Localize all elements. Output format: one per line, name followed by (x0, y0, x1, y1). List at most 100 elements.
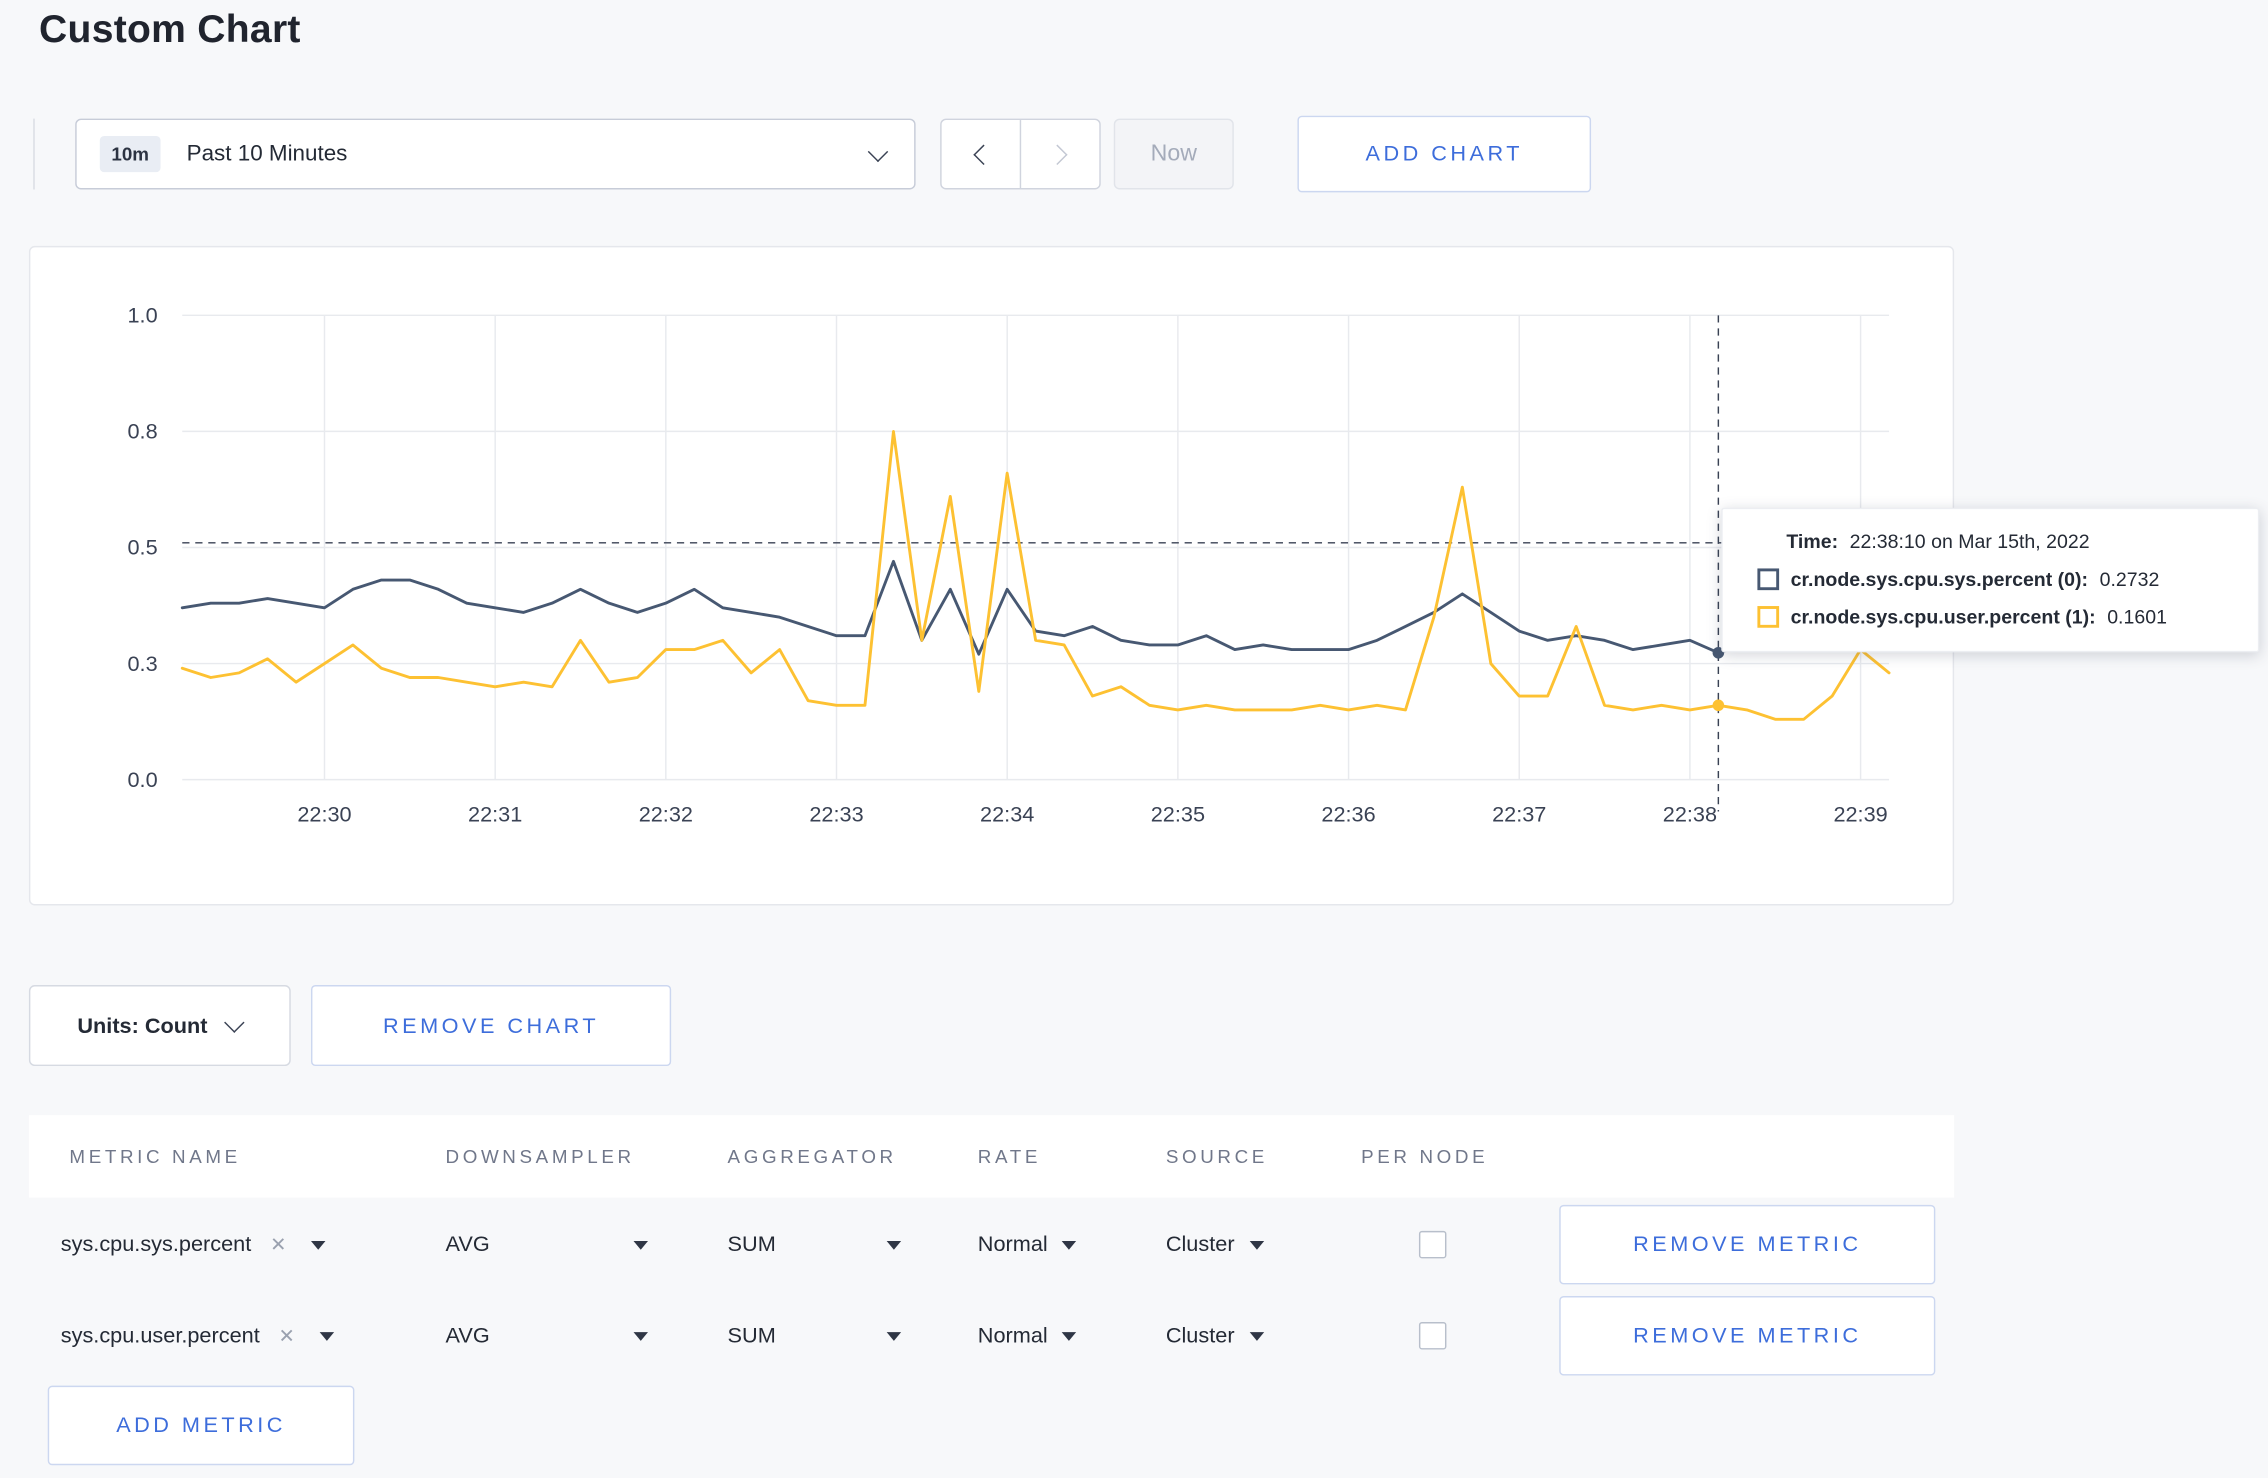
svg-text:0.3: 0.3 (128, 651, 158, 676)
svg-text:22:37: 22:37 (1492, 802, 1546, 827)
time-range-select[interactable]: 10m Past 10 Minutes (75, 118, 916, 190)
close-icon[interactable]: ✕ (279, 1324, 295, 1347)
header-aggregator: AGGREGATOR (727, 1145, 897, 1168)
rate-select[interactable]: Normal (978, 1205, 1077, 1285)
tooltip-series-row: cr.node.sys.cpu.sys.percent (0): 0.2732 (1757, 568, 2234, 591)
time-nav-group (940, 118, 1101, 190)
rate-select[interactable]: Normal (978, 1296, 1077, 1376)
caret-down-icon (886, 1240, 902, 1249)
remove-metric-button[interactable]: REMOVE METRIC (1559, 1204, 1936, 1285)
tooltip-time: Time: 22:38:10 on Mar 15th, 2022 (1786, 531, 2234, 553)
metric-name-select[interactable]: sys.cpu.user.percent ✕ (61, 1296, 334, 1376)
remove-chart-button[interactable]: REMOVE CHART (310, 985, 672, 1067)
rate-value: Normal (977, 1323, 1048, 1349)
aggregator-select[interactable]: SUM (728, 1205, 902, 1285)
caret-down-icon (633, 1240, 649, 1249)
sys-series-swatch-icon (1757, 568, 1780, 591)
chart-tooltip: Time: 22:38:10 on Mar 15th, 2022 cr.node.… (1721, 507, 2260, 653)
next-time-button[interactable] (1019, 120, 1100, 189)
now-button[interactable]: Now (1113, 118, 1234, 190)
metric-row: sys.cpu.sys.percent ✕ AVG SUM Normal Clu… (29, 1204, 1954, 1285)
caret-down-icon (886, 1331, 902, 1341)
metric-name-select[interactable]: sys.cpu.sys.percent ✕ (61, 1205, 326, 1285)
tooltip-series-value: 0.2732 (2099, 568, 2160, 591)
downsampler-value: AVG (445, 1323, 490, 1349)
chevron-down-icon (224, 1012, 246, 1033)
source-select[interactable]: Cluster (1166, 1205, 1264, 1285)
svg-text:22:36: 22:36 (1321, 802, 1375, 827)
caret-down-icon (1249, 1331, 1264, 1341)
units-select[interactable]: Units: Count (28, 985, 291, 1067)
tooltip-series-name: cr.node.sys.cpu.user.percent (1): (1790, 606, 2096, 628)
close-icon[interactable]: ✕ (270, 1233, 286, 1256)
time-range-label: Past 10 Minutes (186, 141, 348, 166)
caret-down-icon (633, 1331, 649, 1341)
remove-metric-label: REMOVE METRIC (1633, 1232, 1862, 1257)
time-range-badge: 10m (99, 135, 161, 173)
add-metric-label: ADD METRIC (116, 1413, 286, 1438)
header-source: SOURCE (1165, 1145, 1268, 1168)
downsampler-select[interactable]: AVG (446, 1296, 649, 1376)
user-series-swatch-icon (1757, 606, 1780, 628)
svg-text:22:35: 22:35 (1151, 802, 1205, 827)
units-label: Units: Count (77, 1013, 208, 1038)
svg-text:0.0: 0.0 (128, 767, 158, 792)
prev-time-button[interactable] (942, 120, 1020, 188)
svg-text:22:38: 22:38 (1663, 802, 1717, 827)
now-button-label: Now (1150, 141, 1197, 166)
caret-down-icon (1249, 1240, 1264, 1249)
svg-text:22:33: 22:33 (809, 802, 863, 827)
per-node-checkbox[interactable] (1418, 1230, 1447, 1259)
tooltip-series-name: cr.node.sys.cpu.sys.percent (0): (1790, 568, 2089, 591)
tooltip-time-value: 22:38:10 on Mar 15th, 2022 (1849, 530, 2090, 553)
source-value: Cluster (1165, 1323, 1235, 1349)
source-value: Cluster (1165, 1232, 1235, 1257)
header-metric-name: METRIC NAME (69, 1145, 241, 1168)
add-chart-button[interactable]: ADD CHART (1297, 115, 1592, 193)
custom-chart-page: Custom Chart 10m Past 10 Minutes Now ADD… (0, 0, 2268, 1478)
aggregator-select[interactable]: SUM (728, 1296, 902, 1376)
caret-down-icon (1062, 1240, 1077, 1249)
chevron-right-icon (1047, 143, 1068, 165)
caret-down-icon (319, 1331, 334, 1341)
metrics-table-header: METRIC NAME DOWNSAMPLER AGGREGATOR RATE … (28, 1115, 1955, 1198)
svg-text:0.8: 0.8 (128, 419, 158, 444)
header-downsampler: DOWNSAMPLER (445, 1145, 635, 1168)
metric-name-value: sys.cpu.user.percent (60, 1323, 260, 1349)
tooltip-series-row: cr.node.sys.cpu.user.percent (1): 0.1601 (1757, 606, 2234, 628)
downsampler-select[interactable]: AVG (446, 1205, 649, 1285)
toolbar-divider (33, 118, 35, 190)
caret-down-icon (311, 1240, 326, 1249)
svg-text:1.0: 1.0 (128, 303, 158, 328)
tooltip-time-label: Time: (1786, 530, 1839, 553)
chevron-down-icon (867, 140, 889, 162)
svg-text:0.5: 0.5 (128, 535, 158, 560)
aggregator-value: SUM (727, 1232, 776, 1257)
remove-metric-button[interactable]: REMOVE METRIC (1559, 1296, 1936, 1376)
rate-value: Normal (977, 1232, 1048, 1257)
per-node-cell (1418, 1296, 1447, 1376)
add-metric-button[interactable]: ADD METRIC (47, 1385, 355, 1466)
svg-text:22:30: 22:30 (297, 802, 351, 827)
add-chart-label: ADD CHART (1365, 141, 1523, 167)
per-node-checkbox[interactable] (1418, 1322, 1447, 1350)
svg-text:22:31: 22:31 (468, 802, 522, 827)
source-select[interactable]: Cluster (1166, 1296, 1264, 1376)
metric-row: sys.cpu.user.percent ✕ AVG SUM Normal Cl… (29, 1296, 1954, 1376)
caret-down-icon (1062, 1331, 1077, 1341)
chart-panel: 0.0 0.3 0.5 0.8 1.0 22:30 22:31 22:32 22:33 22:34… (28, 245, 1955, 906)
svg-text:22:39: 22:39 (1833, 802, 1887, 827)
header-rate: RATE (977, 1145, 1042, 1168)
svg-text:22:32: 22:32 (639, 802, 693, 827)
downsampler-value: AVG (445, 1232, 490, 1257)
tooltip-series-value: 0.1601 (2107, 606, 2167, 628)
metric-name-value: sys.cpu.sys.percent (60, 1232, 252, 1257)
remove-chart-label: REMOVE CHART (383, 1013, 600, 1038)
remove-metric-label: REMOVE METRIC (1633, 1323, 1862, 1349)
aggregator-value: SUM (727, 1323, 776, 1349)
svg-text:22:34: 22:34 (980, 802, 1034, 827)
header-per-node: PER NODE (1361, 1145, 1489, 1168)
per-node-cell (1418, 1205, 1447, 1285)
chart-canvas[interactable]: 0.0 0.3 0.5 0.8 1.0 22:30 22:31 22:32 22:33 22:34… (30, 247, 1952, 904)
page-title: Custom Chart (39, 7, 301, 51)
